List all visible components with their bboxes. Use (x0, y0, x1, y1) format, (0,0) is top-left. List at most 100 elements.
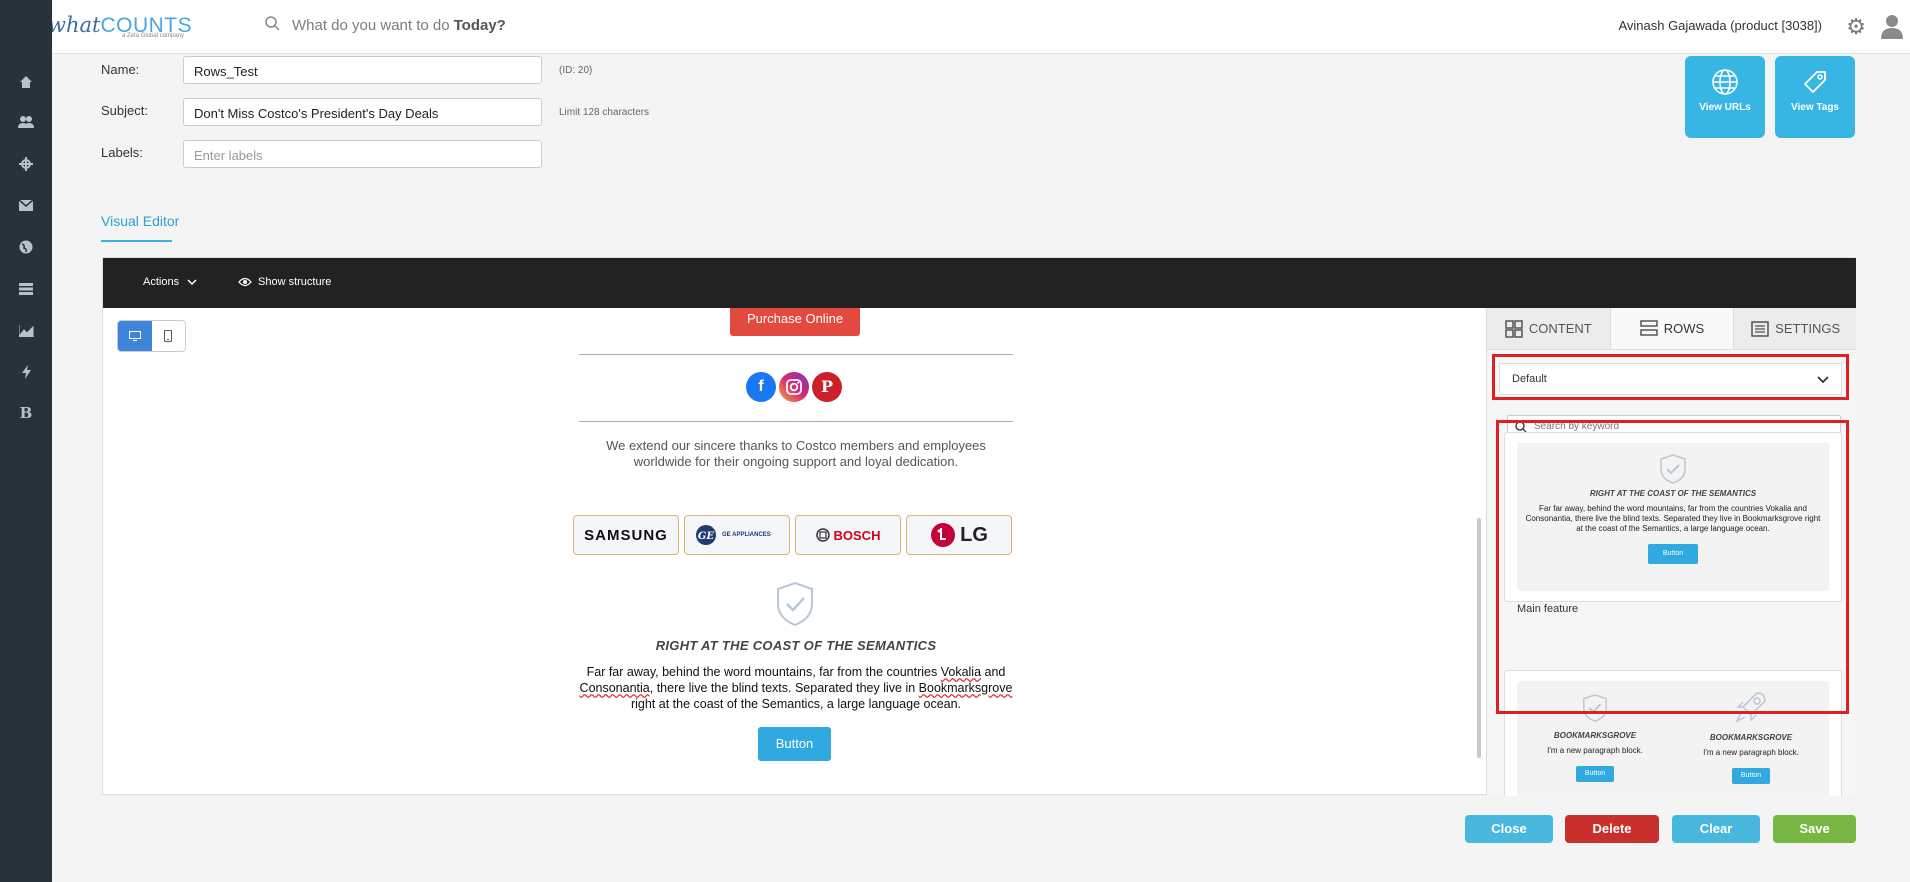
facebook-icon[interactable]: f (746, 372, 776, 402)
sidebar: B (0, 0, 52, 882)
subject-hint: Limit 128 characters (559, 107, 650, 118)
users-icon[interactable] (0, 102, 52, 142)
actions-menu[interactable]: Actions (143, 276, 197, 288)
mobile-icon[interactable] (152, 321, 186, 351)
tag-icon (1804, 71, 1826, 93)
row-column-button: Button (1576, 766, 1614, 782)
logo-what: what (48, 12, 101, 37)
ge-logo-icon: GE (696, 525, 716, 545)
tab-settings[interactable]: SETTINGS (1734, 308, 1856, 349)
spellcheck-word: Vokalia (940, 665, 982, 679)
search-placeholder-today: Today? (453, 17, 506, 34)
ge-appliances-text: GE APPLIANCES (722, 532, 771, 538)
globe-icon (1712, 69, 1738, 95)
thanks-text[interactable]: We extend our sincere thanks to Costco m… (579, 438, 1013, 470)
tab-rows[interactable]: ROWS (1610, 308, 1735, 349)
show-structure-label: Show structure (258, 276, 332, 288)
labels-label: Labels: (101, 145, 143, 160)
gear-icon[interactable]: ⚙ (1846, 14, 1866, 40)
mail-icon[interactable] (0, 185, 52, 225)
top-bar: whatCOUNTS a Zeta Global company What do… (0, 0, 1910, 54)
lg-logo-icon (931, 523, 956, 547)
row-column-button: Button (1732, 768, 1770, 784)
subject-input[interactable]: Don't Miss Costco's President's Day Deal… (183, 98, 542, 126)
section-body-part: right at the coast of the Semantics, a l… (630, 697, 962, 711)
name-input[interactable]: Rows_Test (183, 56, 542, 84)
settings-doc-icon (1751, 320, 1769, 337)
chevron-down-icon (187, 279, 197, 286)
row-column-title: BOOKMARKSGROVE (1709, 733, 1793, 742)
rows-panel: CONTENT ROWS SETTINGS Default Search by … (1486, 308, 1856, 796)
view-tags-button[interactable]: View Tags (1775, 56, 1855, 138)
content-button[interactable]: Button (758, 727, 831, 761)
section-body[interactable]: Far far away, behind the word mountains,… (579, 664, 1013, 712)
b-icon[interactable]: B (0, 393, 52, 433)
labels-input[interactable]: Enter labels (183, 140, 542, 168)
globe-icon[interactable] (0, 227, 52, 267)
save-button[interactable]: Save (1773, 815, 1856, 843)
actions-label: Actions (143, 276, 180, 288)
row-column-title: BOOKMARKSGROVE (1553, 731, 1637, 740)
view-tags-label: View Tags (1791, 102, 1839, 113)
grid-icon (1505, 319, 1523, 338)
tab-settings-label: SETTINGS (1775, 321, 1841, 336)
delete-button[interactable]: Delete (1565, 815, 1659, 843)
row-column-body: I'm a new paragraph block. (1703, 748, 1799, 757)
samsung-logo[interactable]: SAMSUNG (573, 515, 679, 555)
bosch-logo-icon (815, 528, 830, 542)
divider (579, 421, 1013, 422)
email-canvas[interactable]: Purchase Online f P We extend our sincer… (103, 308, 1486, 796)
editor-toolbar: Actions Show structure (103, 258, 1856, 308)
home-icon[interactable] (0, 62, 52, 102)
show-structure-button[interactable]: Show structure (238, 276, 331, 288)
subject-label: Subject: (101, 103, 148, 118)
crosshair-icon[interactable] (0, 144, 52, 184)
tab-rows-label: ROWS (1663, 320, 1705, 336)
divider (579, 354, 1013, 355)
canvas-scrollbar[interactable] (1477, 518, 1481, 758)
row-column-body: I'm a new paragraph block. (1547, 746, 1643, 755)
name-label: Name: (101, 62, 140, 77)
lg-text: LG (960, 523, 988, 546)
bosch-logo[interactable]: BOSCH (795, 515, 901, 555)
eye-icon (238, 277, 252, 287)
tab-active-underline (101, 240, 172, 242)
search-placeholder: What do you want to do (292, 17, 450, 34)
lg-logo[interactable]: LG (906, 515, 1012, 555)
tab-content-label: CONTENT (1528, 321, 1592, 336)
highlight-box (1492, 354, 1849, 400)
spellcheck-word: Consonantia (579, 681, 650, 695)
tab-visual-editor[interactable]: Visual Editor (101, 213, 179, 229)
highlight-box (1496, 420, 1849, 714)
section-body-part: , there live the blind texts. Separated … (649, 681, 919, 695)
pinterest-icon[interactable]: P (812, 372, 842, 402)
section-body-part: Far far away, behind the word mountains,… (586, 665, 941, 679)
logo-subtitle: a Zeta Global company (122, 32, 185, 39)
list-icon[interactable] (0, 269, 52, 309)
search-icon (265, 16, 280, 35)
user-icon[interactable] (1878, 12, 1906, 40)
tab-content[interactable]: CONTENT (1487, 308, 1611, 349)
name-id: (ID: 20) (559, 65, 593, 76)
purchase-online-button[interactable]: Purchase Online (730, 308, 860, 336)
section-body-part: and (981, 665, 1006, 679)
panel-tabs: CONTENT ROWS SETTINGS (1487, 308, 1856, 350)
view-urls-button[interactable]: View URLs (1685, 56, 1765, 138)
chart-icon[interactable] (0, 311, 52, 351)
desktop-icon[interactable] (118, 321, 152, 351)
spellcheck-word: Bookmarksgrove (918, 681, 1013, 695)
instagram-icon[interactable] (779, 372, 809, 402)
svg-text:GE: GE (698, 531, 715, 542)
close-button[interactable]: Close (1465, 815, 1553, 843)
global-search[interactable]: What do you want to do Today? (265, 16, 506, 35)
section-title[interactable]: RIGHT AT THE COAST OF THE SEMANTICS (579, 638, 1013, 653)
device-switcher (117, 320, 186, 352)
shield-check-icon (773, 580, 817, 633)
visual-editor: Actions Show structure Purchase Online f… (102, 257, 1856, 796)
bosch-text: BOSCH (833, 527, 881, 543)
clear-button[interactable]: Clear (1672, 815, 1760, 843)
bolt-icon[interactable] (0, 352, 52, 392)
rows-icon (1640, 320, 1658, 336)
user-name[interactable]: Avinash Gajawada (product [3038]) (1618, 18, 1822, 33)
ge-appliances-logo[interactable]: GE GE APPLIANCES (684, 515, 790, 555)
